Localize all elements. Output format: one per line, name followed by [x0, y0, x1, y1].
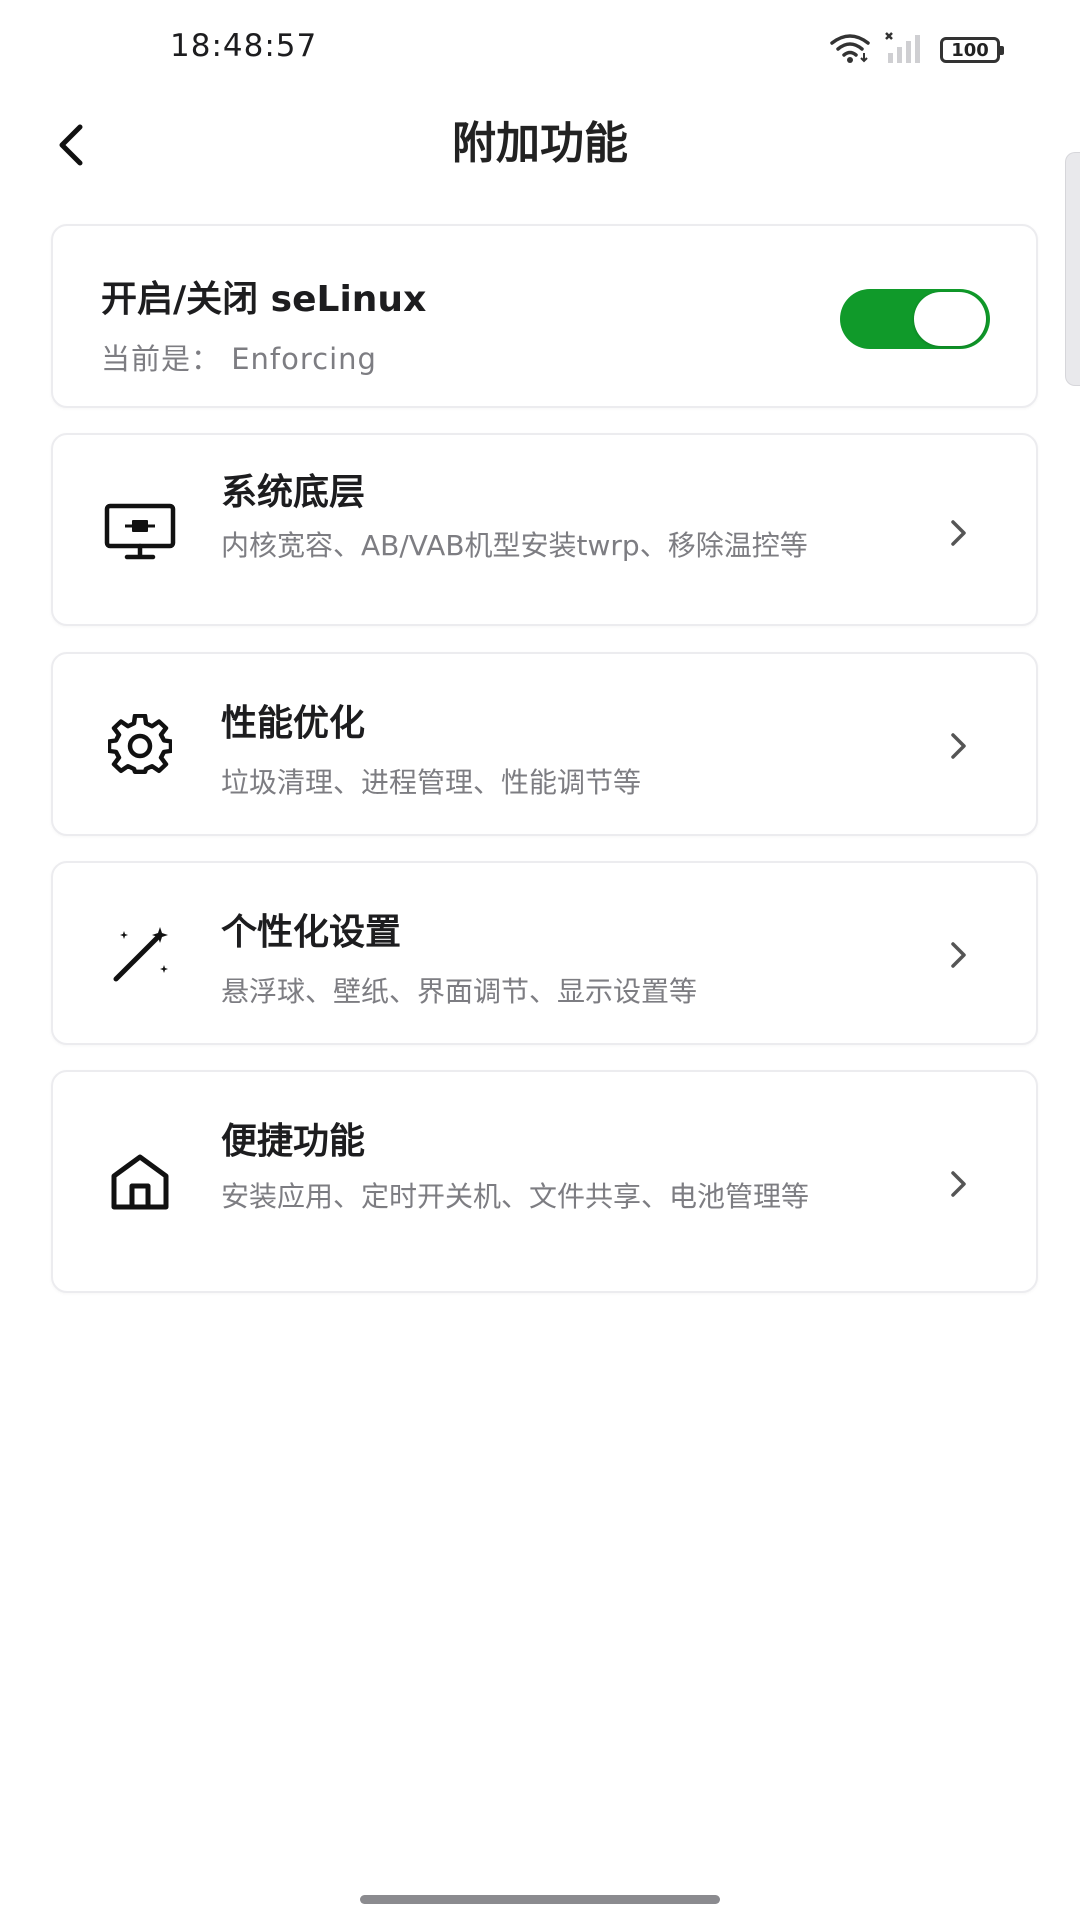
signal-icon: [884, 31, 928, 69]
home-indicator[interactable]: [360, 1895, 720, 1904]
status-bar: 18:48:57 100: [0, 0, 1080, 100]
status-time: 18:48:57: [170, 28, 318, 64]
list-item-performance[interactable]: 性能优化 垃圾清理、进程管理、性能调节等: [51, 652, 1038, 836]
header: 附加功能: [0, 95, 1080, 205]
page-title: 附加功能: [452, 118, 628, 169]
selinux-title: 开启/关闭 seLinux: [101, 279, 427, 320]
toggle-knob: [914, 292, 986, 346]
chevron-right-icon: [944, 513, 974, 553]
home-icon: [103, 1145, 177, 1219]
selinux-card: 开启/关闭 seLinux 当前是： Enforcing: [51, 224, 1038, 408]
list-item-system[interactable]: 系统底层 内核宽容、AB/VAB机型安装twrp、移除温控等: [51, 433, 1038, 626]
item-desc: 内核宽容、AB/VAB机型安装twrp、移除温控等: [221, 529, 808, 562]
battery-icon: 100: [940, 37, 1004, 63]
item-title: 性能优化: [221, 703, 366, 744]
chevron-right-icon: [944, 1164, 974, 1204]
scroll-indicator[interactable]: [1065, 152, 1080, 386]
item-desc: 安装应用、定时开关机、文件共享、电池管理等: [221, 1180, 810, 1213]
selinux-status: 当前是： Enforcing: [101, 342, 377, 376]
item-title: 便捷功能: [221, 1121, 366, 1162]
selinux-toggle[interactable]: [840, 289, 990, 349]
list-item-convenience[interactable]: 便捷功能 安装应用、定时开关机、文件共享、电池管理等: [51, 1070, 1038, 1293]
status-icons: 100: [828, 30, 1004, 70]
wifi-icon: [828, 31, 872, 69]
item-title: 个性化设置: [221, 912, 402, 953]
item-desc: 悬浮球、壁纸、界面调节、显示设置等: [221, 975, 698, 1008]
monitor-icon: [103, 495, 177, 569]
list-item-personalize[interactable]: 个性化设置 悬浮球、壁纸、界面调节、显示设置等: [51, 861, 1038, 1045]
item-title: 系统底层: [221, 472, 366, 513]
chevron-right-icon: [944, 935, 974, 975]
magic-wand-icon: [103, 918, 177, 992]
chevron-right-icon: [944, 726, 974, 766]
item-desc: 垃圾清理、进程管理、性能调节等: [221, 766, 642, 799]
gear-icon: [103, 709, 177, 783]
